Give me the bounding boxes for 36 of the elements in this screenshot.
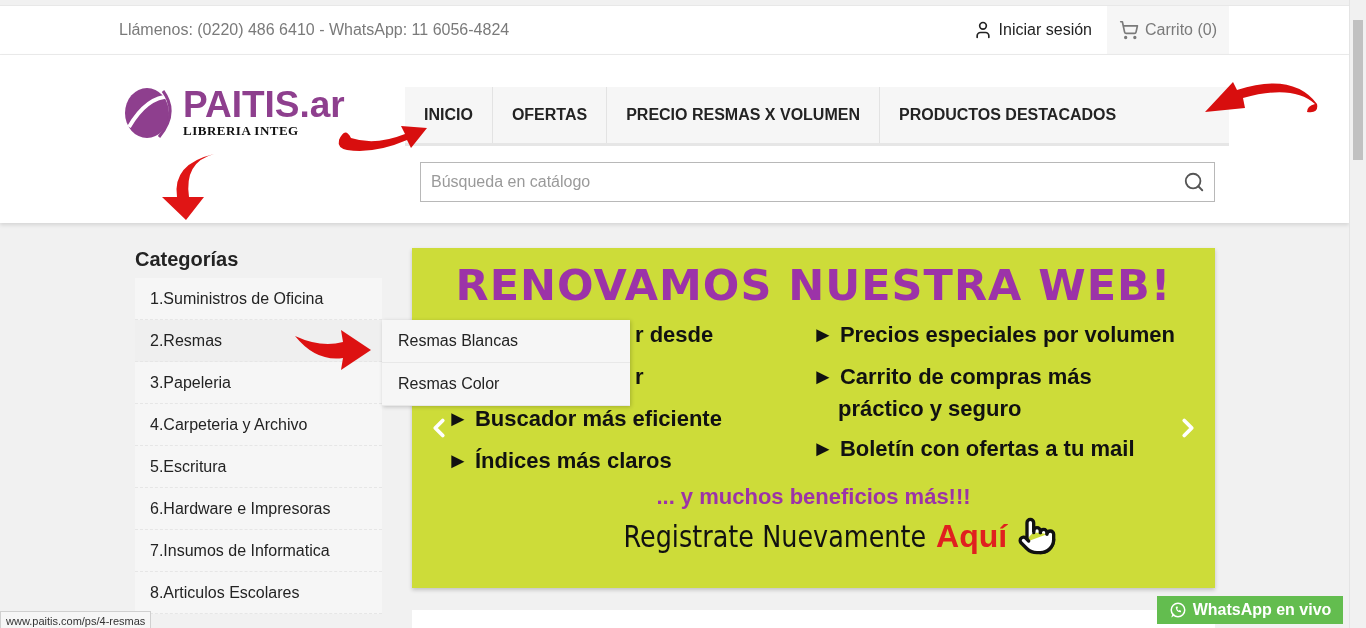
status-url: www.paitis.com/ps/4-resmas xyxy=(0,611,152,628)
banner-feature: ► Buscador más eficiente xyxy=(447,405,723,433)
scrollbar[interactable] xyxy=(1349,0,1366,628)
banner-feature: r xyxy=(635,363,644,391)
category-item[interactable]: 5.Escritura xyxy=(135,446,382,488)
logo-name: PAITIS.ar xyxy=(183,87,345,123)
category-item[interactable]: 3.Papeleria xyxy=(135,362,382,404)
logo-tagline: LIBRERIA INTEG xyxy=(183,123,300,139)
banner-title: RENOVAMOS NUESTRA WEB! xyxy=(455,260,1172,310)
sidebar-title: Categorías xyxy=(135,248,240,272)
cart-icon xyxy=(1119,20,1139,40)
category-item[interactable]: 6.Hardware e Impresoras xyxy=(135,488,382,530)
nav-tab[interactable]: INICIO xyxy=(405,87,493,143)
nav-tab[interactable]: PRODUCTOS DESTACADOS xyxy=(879,87,1229,143)
category-item[interactable]: 7.Insumos de Informatica xyxy=(135,530,382,572)
banner-feature: ► Boletín con ofertas a tu mail xyxy=(812,435,1136,463)
banner-feature: ► Índices más claros xyxy=(447,447,673,475)
banner-feature: ► Precios especiales por volumen xyxy=(812,321,1176,349)
contact-text: Llámenos: (0220) 486 6410 - WhatsApp: 11 6056-4824 xyxy=(119,21,511,39)
login-link[interactable]: Iniciar sesión xyxy=(972,20,1092,40)
banner-feature: práctico y seguro xyxy=(837,395,1023,423)
cart-button[interactable]: Carrito (0) xyxy=(1107,6,1229,54)
banner-feature: ► Carrito de compras más xyxy=(812,363,1093,391)
category-item[interactable]: 1.Suministros de Oficina xyxy=(135,278,382,320)
banner-feature: r desde xyxy=(635,321,714,349)
search-field[interactable]: Búsqueda en catálogo xyxy=(420,162,1215,202)
banner-subtitle: ... y muchos beneficios más!!! xyxy=(656,484,971,510)
category-item[interactable]: 8.Articulos Escolares xyxy=(135,572,382,614)
search-icon xyxy=(1183,171,1205,193)
whatsapp-icon xyxy=(1168,601,1187,619)
category-item[interactable]: 4.Carpeteria y Archivo xyxy=(135,404,382,446)
banner-cta-text: Registrate Nuevamente xyxy=(623,518,927,554)
down-arrow-drawing xyxy=(160,154,216,220)
nav-tab[interactable]: PRECIO RESMAS X VOLUMEN xyxy=(607,87,880,143)
hand-pointer-icon xyxy=(1017,516,1058,556)
nav-tab[interactable]: OFERTAS xyxy=(492,87,608,143)
